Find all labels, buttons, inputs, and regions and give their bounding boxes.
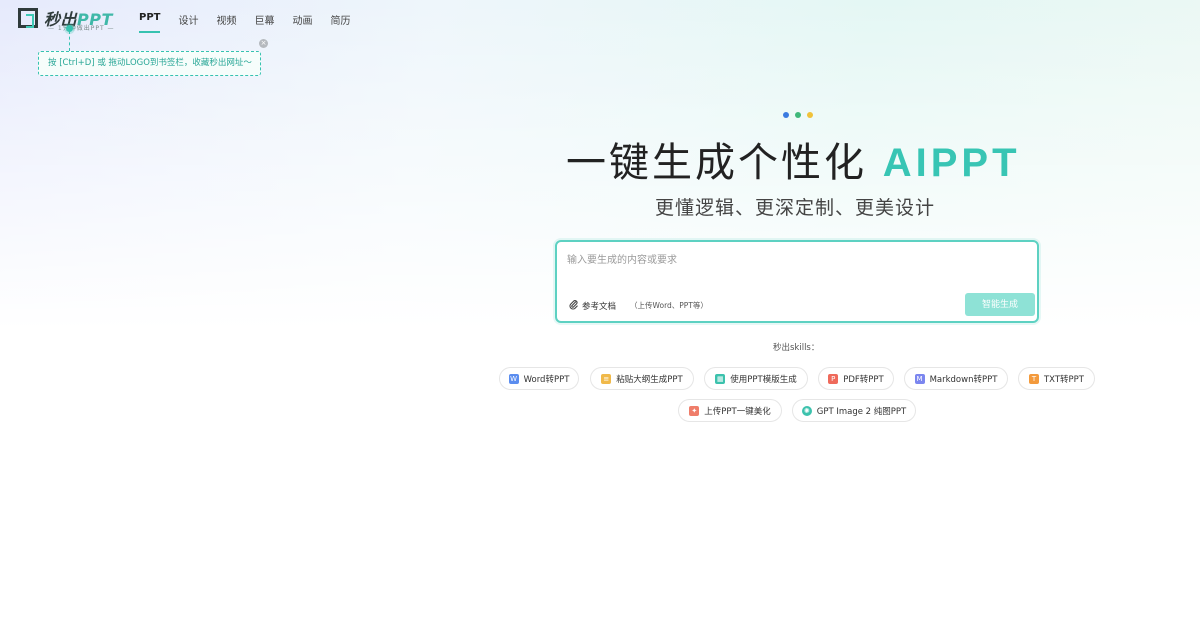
skill-chip-outline-to-ppt[interactable]: ≡ 粘贴大纲生成PPT [590,367,694,390]
nav-item-video[interactable]: 视频 [216,12,236,33]
logo-subtitle: — 1分钟做出PPT — [48,25,115,32]
skill-chip-markdown-to-ppt[interactable]: M Markdown转PPT [904,367,1008,390]
main-nav: PPT 设计 视频 巨幕 动画 简历 [139,12,350,33]
skill-chip-pdf-to-ppt[interactable]: P PDF转PPT [818,367,894,390]
markdown-icon: M [914,373,925,384]
skill-chip-label: 使用PPT模版生成 [730,374,797,385]
skill-chip-txt-to-ppt[interactable]: T TXT转PPT [1018,367,1095,390]
prompt-box: 参考文档 （上传Word、PPT等） 智能生成 [555,240,1039,323]
skill-chip-label: TXT转PPT [1043,374,1084,385]
hero-title-accent: AIPPT [882,141,1021,185]
bookmark-tooltip: 按 [Ctrl+D] 或 拖动LOGO到书签栏，收藏秒出网址～ [38,51,261,76]
skills-label: 秒出skills： [773,343,820,353]
nav-item-animation[interactable]: 动画 [292,12,312,33]
txt-icon: T [1028,373,1039,384]
skill-chip-gpt-image[interactable]: ✺ GPT Image 2 纯图PPT [792,399,916,422]
outline-icon: ≡ [601,373,612,384]
skill-chip-label: Word转PPT [523,374,570,385]
nav-item-ppt[interactable]: PPT [139,12,161,33]
skill-chip-template[interactable]: ▦ 使用PPT模版生成 [704,367,808,390]
dot-yellow [807,112,813,118]
skill-chip-label: 上传PPT一键美化 [704,406,771,417]
logo-mark-icon [18,8,38,28]
close-icon[interactable]: × [259,39,268,48]
skill-chip-label: PDF转PPT [843,374,884,385]
skill-chip-word-to-ppt[interactable]: W Word转PPT [499,367,579,390]
word-doc-icon: W [508,373,519,384]
dot-blue [783,112,789,118]
tooltip-connector [69,31,70,51]
beautify-icon: ✦ [689,405,700,416]
pdf-icon: P [828,373,839,384]
template-icon: ▦ [715,373,726,384]
skill-chip-beautify-ppt[interactable]: ✦ 上传PPT一键美化 [678,399,782,422]
nav-item-design[interactable]: 设计 [178,12,198,33]
hero-subtitle: 更懂逻辑、更深定制、更美设计 [655,197,936,219]
nav-item-resume[interactable]: 简历 [330,12,350,33]
attach-document-button[interactable]: 参考文档 [569,299,616,313]
skill-chip-label: 粘贴大纲生成PPT [616,374,683,385]
paperclip-icon [569,299,578,313]
gpt-icon: ✺ [801,405,812,416]
prompt-input[interactable] [567,250,1027,270]
decorative-dots [783,112,813,118]
generate-button[interactable]: 智能生成 [965,293,1035,316]
dot-green [795,112,801,118]
skill-chip-label: Markdown转PPT [929,374,998,385]
skill-chip-label: GPT Image 2 纯图PPT [816,406,907,417]
attach-document-label: 参考文档 [582,302,617,312]
nav-item-giant-screen[interactable]: 巨幕 [254,12,274,33]
hero-title-main: 一键生成个性化 [566,140,867,186]
hero-title: 一键生成个性化 AIPPT [566,130,1021,188]
attach-hint: （上传Word、PPT等） [630,301,708,310]
